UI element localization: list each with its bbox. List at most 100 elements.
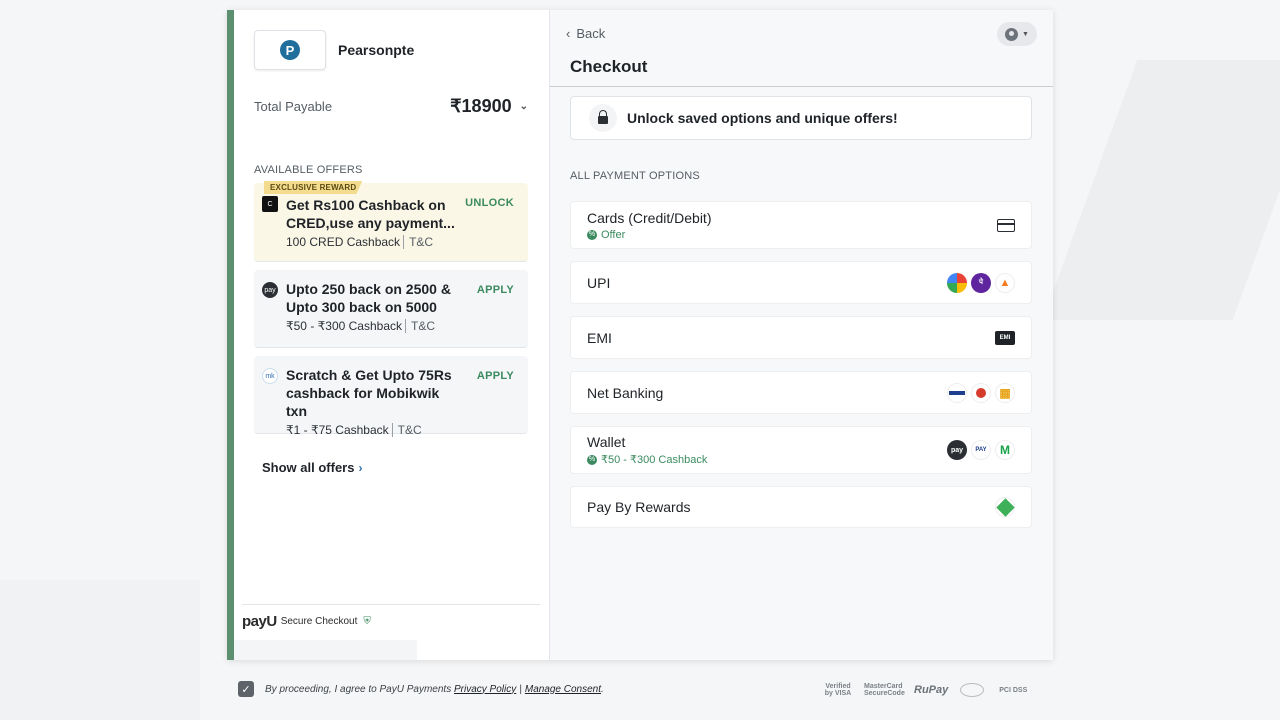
lock-icon [589,104,617,132]
offer-title: Get Rs100 Cashback on CRED,use any payme… [286,197,455,231]
upi-icons: पे ▲ [947,272,1015,293]
offer-tc-link[interactable]: T&C [405,319,435,333]
pnb-icon: ▦ [995,382,1015,403]
payment-option-offer: % ₹50 - ₹300 Cashback [587,453,707,466]
manage-consent-link[interactable]: Manage Consent [525,684,601,695]
gpay-icon [947,272,967,293]
offer-icon: % [587,454,597,465]
mobikwik-wallet-icon: M [995,440,1015,460]
offer-title: Upto 250 back on 2500 & Upto 300 back on… [286,281,451,315]
consent-suffix: . [601,683,604,695]
offer-tc-link[interactable]: T&C [403,235,434,249]
consent-prefix: By proceeding, I agree to PayU Payments [265,683,452,695]
offer-cashback: ₹50 - ₹300 Cashback [286,319,402,333]
user-menu-button[interactable]: ▼ [997,22,1037,46]
total-amount-value: ₹18900 [450,96,512,116]
pearson-logo-icon: P [280,40,300,60]
payment-panel: ‹ Back ▼ Checkout Unlock saved options a… [549,10,1053,660]
payment-option-label: Wallet [587,434,626,450]
cred-icon: C [262,196,278,212]
security-badges: Verified by VISA MasterCard SecureCode R… [824,683,1030,697]
total-amount: ₹18900 ⌄ [450,96,528,117]
rewards-icon [995,497,1015,517]
footer-bar [234,640,417,660]
payu-logo-text: payU [242,613,277,630]
divider [550,86,1053,87]
secure-badge-icon [960,683,985,697]
back-button[interactable]: ‹ Back [566,26,605,41]
offer-card-cred[interactable]: EXCLUSIVE REWARD C Get Rs100 Cashback on… [254,181,528,262]
exclusive-reward-badge: EXCLUSIVE REWARD [264,181,363,194]
payment-options-heading: ALL PAYMENT OPTIONS [570,170,700,182]
mastercard-securecode-badge: MasterCard SecureCode [864,683,905,697]
order-summary-panel: P Pearsonpte Total Payable ₹18900 ⌄ AVAI… [227,10,549,660]
consent-separator: | [519,683,522,695]
offer-label: ₹50 - ₹300 Cashback [601,454,708,466]
offer-cashback: ₹1 - ₹75 Cashback [286,423,389,437]
pci-dss-badge: PCI DSS [999,686,1028,694]
chevron-down-icon[interactable]: ⌄ [520,101,528,112]
merchant-name: Pearsonpte [338,42,415,58]
payment-option-label: Cards (Credit/Debit) [587,209,712,226]
unlock-text: Unlock saved options and unique offers! [627,110,898,126]
payment-option-label: Pay By Rewards [587,499,691,515]
offer-tc-link[interactable]: T&C [391,423,422,437]
privacy-policy-link[interactable]: Privacy Policy [454,684,516,695]
user-icon [1005,27,1019,41]
payment-option-cards[interactable]: Cards (Credit/Debit) % Offer [570,201,1032,249]
payment-option-upi[interactable]: UPI पे ▲ [570,261,1032,304]
payment-option-emi[interactable]: EMI EMI [570,316,1032,359]
offer-sub: ₹1 - ₹75 Cashback T&C [286,423,516,437]
payu-logo: payU [242,613,277,630]
secure-checkout-footer: payU Secure Checkout ⛨ [242,604,540,630]
offer-card-paytm[interactable]: pay Upto 250 back on 2500 & Upto 300 bac… [254,270,528,348]
offer-cashback: 100 CRED Cashback [286,235,401,249]
rupay-badge: RuPay [914,683,949,696]
merchant-logo: P [254,30,326,70]
bhim-icon: ▲ [995,272,1015,293]
phonepe-icon: पे [971,272,991,293]
consent-checkbox[interactable]: ✓ [238,681,254,697]
offer-label: Offer [601,228,626,241]
shield-icon: ⛨ [363,616,371,627]
payment-option-wallet[interactable]: Wallet % ₹50 - ₹300 Cashback pay PAY M [570,426,1032,474]
unlock-button[interactable]: UNLOCK [465,197,514,209]
back-label: Back [576,26,606,41]
offer-title: Scratch & Get Upto 75Rs cashback for Mob… [286,367,452,419]
payment-option-label: UPI [587,274,611,291]
total-label: Total Payable [254,99,333,114]
show-all-offers-link[interactable]: Show all offers › [262,460,362,475]
offer-sub: 100 CRED Cashback T&C [286,235,516,249]
offer-card-mobikwik[interactable]: mk Scratch & Get Upto 75Rs cashback for … [254,356,528,437]
consent-row: ✓ By proceeding, I agree to PayU Payment… [238,681,604,697]
bank-of-baroda-icon [971,382,991,403]
offer-icon: % [587,229,597,240]
show-all-label: Show all offers [262,460,355,475]
checkout-card: P Pearsonpte Total Payable ₹18900 ⌄ AVAI… [227,10,1053,660]
verified-by-visa-badge: Verified by VISA [824,683,852,697]
paytm-icon: pay [947,440,967,460]
background-shape [0,580,200,720]
caret-down-icon: ▼ [1022,30,1029,38]
payzapp-icon: PAY [971,440,991,460]
payment-option-rewards[interactable]: Pay By Rewards [570,486,1032,528]
merchant-header: P Pearsonpte [254,30,414,70]
payment-option-label: Net Banking [587,384,664,401]
apply-button[interactable]: APPLY [477,284,514,296]
apply-button[interactable]: APPLY [477,370,514,382]
unlock-offers-banner[interactable]: Unlock saved options and unique offers! [570,96,1032,140]
credit-card-icon [997,218,1015,232]
consent-text: By proceeding, I agree to PayU Payments … [265,684,604,695]
chevron-right-icon: › [358,461,363,475]
payment-option-netbanking[interactable]: Net Banking ▦ [570,371,1032,414]
payment-option-offer: % Offer [587,229,711,241]
offers-heading: AVAILABLE OFFERS [254,164,363,176]
background-shape [1042,60,1280,320]
chevron-left-icon: ‹ [566,26,571,41]
payment-option-label: EMI [587,329,612,346]
wallet-icons: pay PAY M [947,440,1015,460]
page-title: Checkout [570,57,648,76]
mobikwik-icon: mk [262,368,278,384]
total-payable[interactable]: Total Payable ₹18900 ⌄ [254,96,528,117]
secure-checkout-text: Secure Checkout [280,616,358,627]
